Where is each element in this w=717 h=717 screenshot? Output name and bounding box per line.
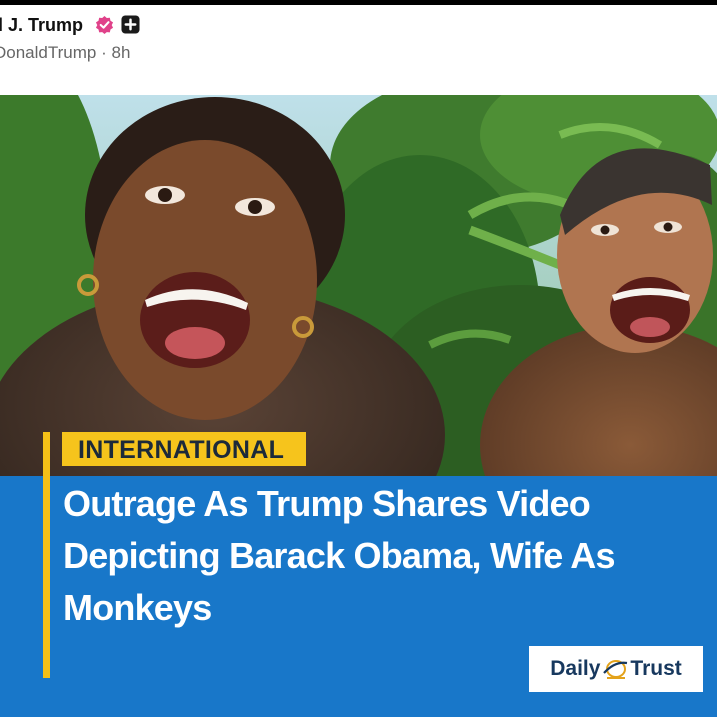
jungle-scene-image — [0, 95, 717, 480]
headline[interactable]: Outrage As Trump Shares Video Depicting … — [63, 478, 703, 634]
handle-line: DonaldTrump · 8h — [0, 43, 130, 63]
brand-name-right: Trust — [630, 657, 682, 680]
post-header: l J. Trump DonaldTrump · 8h — [0, 5, 717, 95]
verified-badge-icon — [95, 15, 114, 34]
author-name[interactable]: l J. Trump — [0, 15, 83, 36]
brand-name-left: Daily — [550, 657, 601, 680]
category-badge: INTERNATIONAL — [62, 432, 307, 466]
post-time: 8h — [111, 43, 131, 62]
separator-dot: · — [101, 43, 107, 62]
plus-icon[interactable] — [121, 15, 140, 34]
author-handle[interactable]: DonaldTrump — [0, 43, 96, 62]
accent-bar — [43, 432, 50, 678]
globe-logo-icon — [603, 660, 628, 679]
post-image[interactable] — [0, 95, 717, 480]
brand-logo: Daily Trust — [529, 646, 703, 692]
